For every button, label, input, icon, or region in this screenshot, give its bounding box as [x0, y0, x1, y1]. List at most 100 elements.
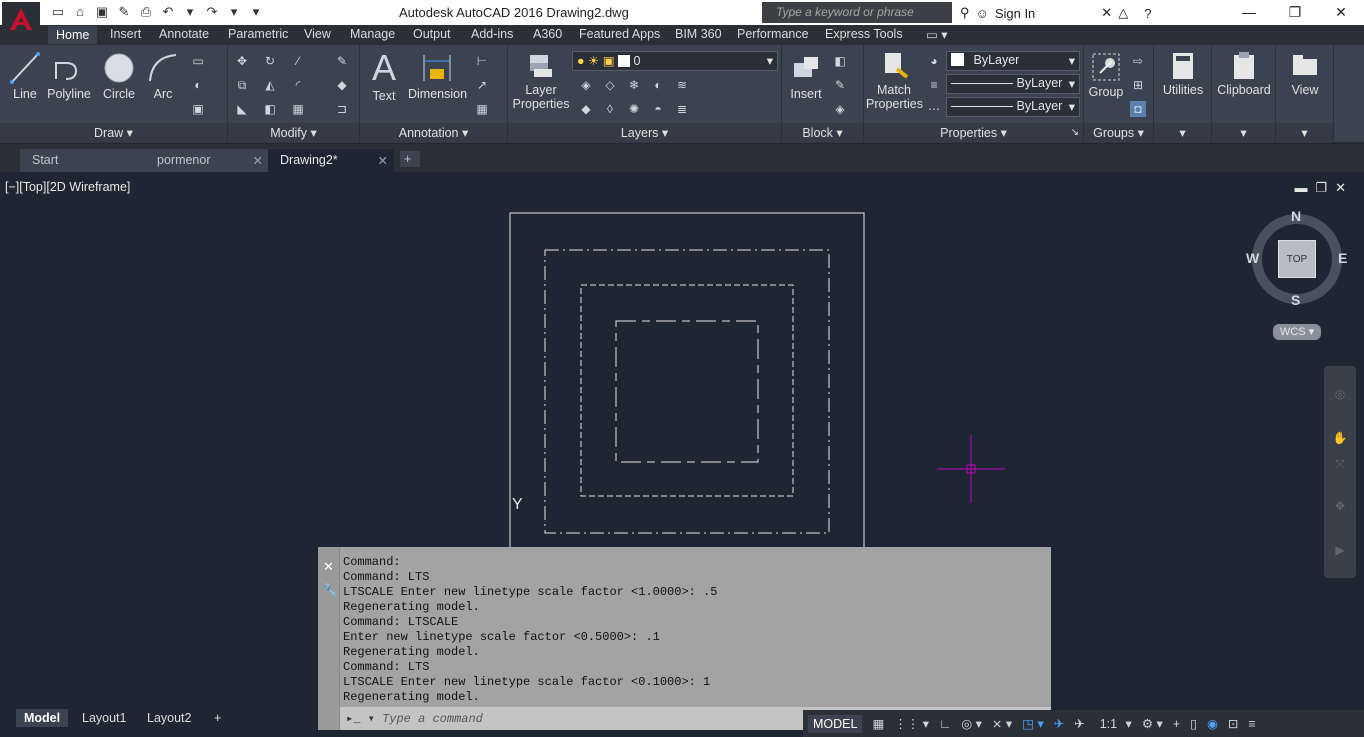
match-properties-button[interactable]: Match Properties	[866, 51, 923, 111]
pan-icon[interactable]: ✋	[1332, 430, 1348, 446]
help-icon[interactable]: ?	[1144, 6, 1151, 21]
rectangle-icon[interactable]: ▭	[190, 53, 206, 69]
group-edit-icon[interactable]: ⊞	[1130, 77, 1146, 93]
color-dropdown[interactable]: ByLayer ▾	[946, 51, 1080, 71]
text-button[interactable]: A Text	[368, 49, 400, 104]
tab-featured-apps[interactable]: Featured Apps	[579, 27, 660, 41]
layer-dropdown[interactable]: ● ☀ ▣ 0 ▾	[572, 51, 778, 71]
search-input[interactable]: Type a keyword or phrase	[762, 2, 952, 23]
tab-home[interactable]: Home	[48, 26, 98, 44]
compass-west[interactable]: W	[1246, 250, 1259, 266]
tab-manage[interactable]: Manage	[350, 27, 395, 41]
sign-in-area[interactable]: ⚲ ☺ Sign In ✕ △ ?	[960, 5, 1151, 21]
snap-icon[interactable]: ⋮⋮ ▾	[894, 716, 929, 731]
layer-off-icon[interactable]: ◐	[650, 77, 666, 93]
compass-north[interactable]: N	[1291, 208, 1301, 224]
customize-qat-icon[interactable]: ▾	[248, 4, 264, 20]
offset-icon[interactable]: ⊐	[334, 101, 350, 117]
mirror-icon[interactable]: ◭	[262, 77, 278, 93]
properties-panel-title[interactable]: Properties ▾ ↘	[864, 123, 1083, 143]
undo-icon[interactable]: ↶	[160, 4, 176, 20]
leader-icon[interactable]: ↗	[474, 77, 490, 93]
erase-icon[interactable]: ✎	[334, 53, 350, 69]
undo-dropdown-icon[interactable]: ▾	[182, 4, 198, 20]
layers-panel-title[interactable]: Layers ▾	[508, 123, 781, 143]
insert-button[interactable]: Insert	[786, 53, 826, 101]
maximize-icon[interactable]: ❐	[1272, 0, 1318, 25]
layer-unisolate-icon[interactable]: ◇	[602, 77, 618, 93]
annotation-panel-title[interactable]: Annotation ▾	[360, 123, 507, 143]
scale-icon[interactable]: ◧	[262, 101, 278, 117]
sign-in-label[interactable]: Sign In	[995, 6, 1035, 21]
model-space-toggle[interactable]: MODEL	[808, 714, 863, 733]
draw-panel-title[interactable]: Draw ▾	[0, 123, 227, 143]
open-icon[interactable]: ⌂	[72, 4, 88, 20]
file-tab-pormenor[interactable]: pormenor ✕	[145, 149, 269, 172]
copy-icon[interactable]: ⧉	[234, 77, 250, 93]
trim-icon[interactable]: ⁄	[290, 53, 306, 69]
tab-model[interactable]: Model	[16, 709, 69, 727]
layer-freeze-icon[interactable]: ❄	[626, 77, 642, 93]
tab-express-tools[interactable]: Express Tools	[825, 27, 903, 41]
annotation-scale[interactable]: 1:1 ▾	[1095, 716, 1132, 731]
layer-copy-icon[interactable]: ◊	[602, 101, 618, 117]
tab-insert[interactable]: Insert	[110, 27, 141, 41]
zoom-extents-icon[interactable]: ⤧	[1332, 456, 1348, 472]
properties-launcher-icon[interactable]: ↘	[1071, 123, 1079, 143]
tab-layout2[interactable]: Layout2	[139, 709, 199, 727]
plus-icon[interactable]: +	[1173, 717, 1180, 731]
plot-icon[interactable]: ⎙	[138, 4, 154, 20]
gradient-icon[interactable]: ▣	[190, 101, 206, 117]
a360-icon[interactable]: △	[1118, 5, 1128, 21]
osnap-icon[interactable]: ⨯ ▾	[992, 716, 1012, 731]
lineweight-dropdown[interactable]: ByLayer ▾	[946, 97, 1080, 117]
tab-annotate[interactable]: Annotate	[159, 27, 209, 41]
tab-add-ins[interactable]: Add-ins	[471, 27, 513, 41]
exchange-icon[interactable]: ✕	[1101, 5, 1112, 21]
tab-a360[interactable]: A360	[533, 27, 562, 41]
redo-icon[interactable]: ↷	[204, 4, 220, 20]
edit-attributes-icon[interactable]: ◈	[832, 101, 848, 117]
view-button[interactable]: View	[1278, 51, 1332, 97]
circle-button[interactable]: Circle	[100, 51, 138, 101]
block-panel-title[interactable]: Block ▾	[782, 123, 863, 143]
binoculars-icon[interactable]: ⚲	[960, 5, 970, 21]
steering-wheel-icon[interactable]: ◎	[1332, 386, 1348, 402]
layer-thaw-icon[interactable]: ✺	[626, 101, 642, 117]
showmotion-icon[interactable]: ▶	[1332, 542, 1348, 558]
compass-east[interactable]: E	[1338, 250, 1347, 266]
minimize-icon[interactable]: —	[1226, 0, 1272, 25]
group-button[interactable]: Group	[1086, 51, 1126, 99]
arc-button[interactable]: Arc	[146, 51, 180, 101]
viewcube[interactable]: TOP N S E W	[1246, 208, 1347, 308]
save-as-icon[interactable]: ✎	[116, 4, 132, 20]
viewcube-top-face[interactable]: TOP	[1278, 240, 1316, 278]
utilities-dropdown-icon[interactable]: ▾	[1154, 123, 1211, 143]
redo-dropdown-icon[interactable]: ▾	[226, 4, 242, 20]
color-wheel-icon[interactable]: ◕	[926, 53, 942, 69]
auto-scale-icon[interactable]: ✈	[1074, 716, 1084, 731]
tab-bim360[interactable]: BIM 360	[675, 27, 722, 41]
stretch-icon[interactable]: ◣	[234, 101, 250, 117]
close-icon[interactable]: ✕	[1318, 0, 1364, 25]
isolate-icon[interactable]: ▯	[1190, 716, 1197, 731]
layer-match-icon[interactable]: ≋	[674, 77, 690, 93]
autocad-logo-button[interactable]	[2, 2, 40, 38]
polyline-button[interactable]: Polyline	[46, 51, 92, 101]
save-icon[interactable]: ▣	[94, 4, 110, 20]
command-close-icon[interactable]: ✕	[323, 559, 334, 575]
explode-icon[interactable]: ◆	[334, 77, 350, 93]
workspace-gear-icon[interactable]: ⚙ ▾	[1142, 716, 1163, 731]
compass-south[interactable]: S	[1291, 292, 1300, 308]
orbit-icon[interactable]: ✥	[1332, 498, 1348, 514]
create-block-icon[interactable]: ◧	[832, 53, 848, 69]
tab-layout1[interactable]: Layout1	[74, 709, 134, 727]
dimension-button[interactable]: Dimension	[408, 51, 467, 101]
clipboard-dropdown-icon[interactable]: ▾	[1212, 123, 1275, 143]
tab-parametric[interactable]: Parametric	[228, 27, 288, 41]
annotation-visibility-icon[interactable]: ✈	[1054, 716, 1064, 731]
layer-walk-icon[interactable]: ≣	[674, 101, 690, 117]
new-icon[interactable]: ▭	[50, 4, 66, 20]
clean-screen-icon[interactable]: ⊡	[1228, 716, 1238, 731]
layer-current-icon[interactable]: ◆	[578, 101, 594, 117]
